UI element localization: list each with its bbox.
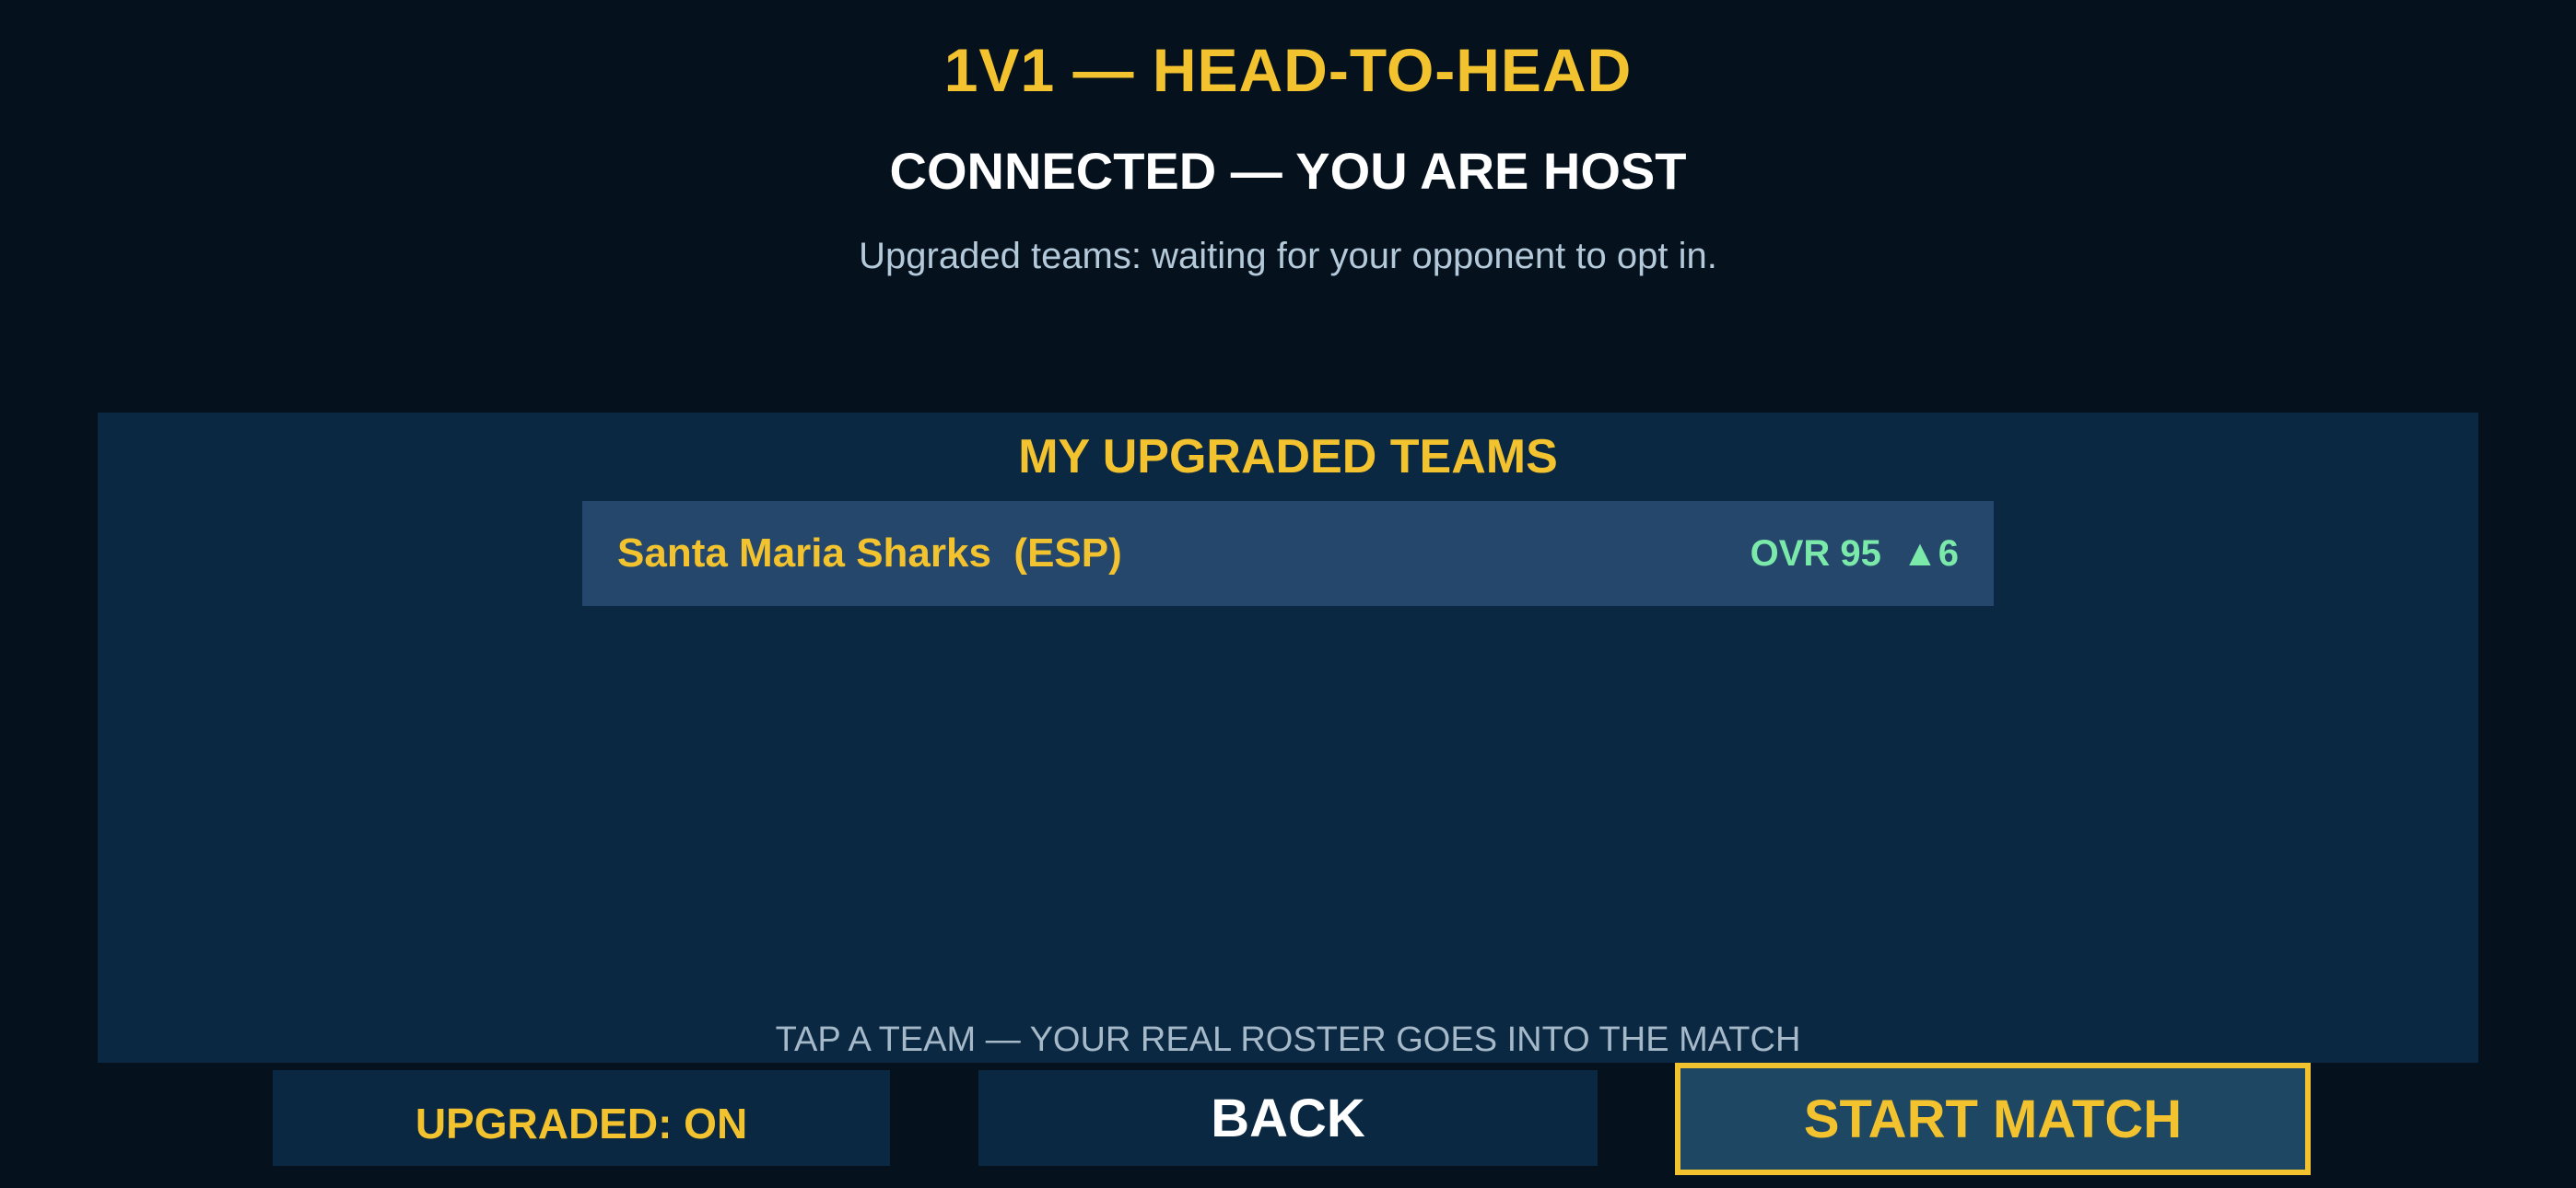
upgraded-toggle-button[interactable]: UPGRADED: ON xyxy=(273,1070,890,1166)
team-row[interactable]: Santa Maria Sharks (ESP) OVR 95 ▲6 xyxy=(582,501,1994,606)
panel-title: MY UPGRADED TEAMS xyxy=(1018,430,1558,483)
start-match-button[interactable]: START MATCH xyxy=(1675,1063,2311,1175)
connection-status: CONNECTED — YOU ARE HOST xyxy=(889,142,1687,200)
team-name: Santa Maria Sharks (ESP) xyxy=(617,530,1122,576)
screen-title: 1V1 — HEAD-TO-HEAD xyxy=(943,36,1633,104)
team-selection-hint: TAP A TEAM — YOUR REAL ROSTER GOES INTO … xyxy=(775,1020,1801,1059)
back-button[interactable]: BACK xyxy=(978,1070,1598,1166)
upgrade-status-message: Upgraded teams: waiting for your opponen… xyxy=(859,236,1717,276)
team-rating: OVR 95 ▲6 xyxy=(1750,532,1959,574)
